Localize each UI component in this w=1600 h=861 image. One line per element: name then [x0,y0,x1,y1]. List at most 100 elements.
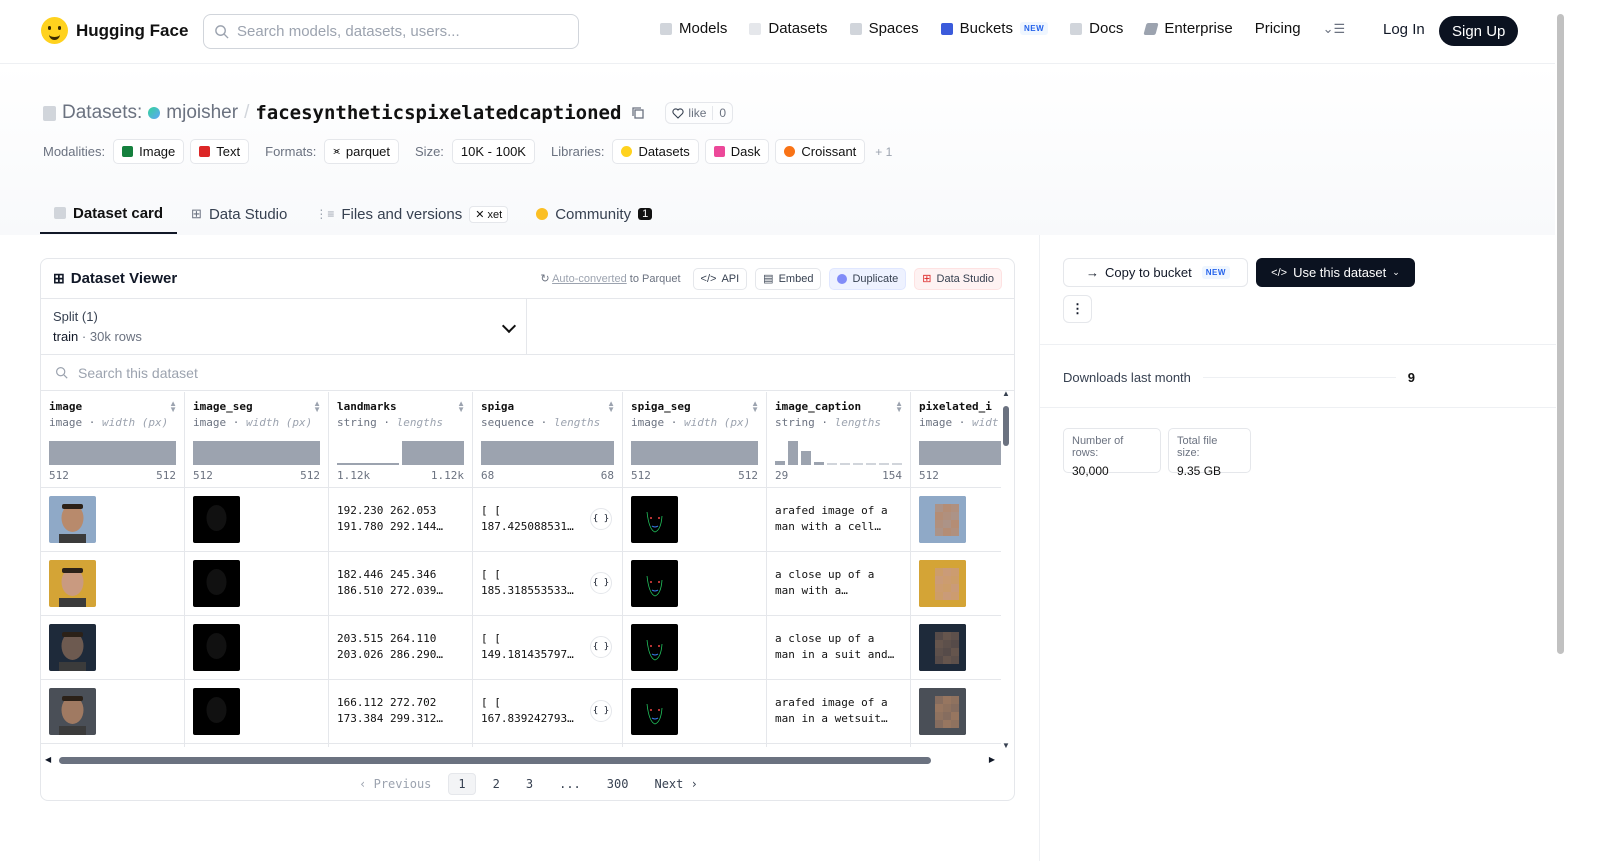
page-3[interactable]: 3 [517,774,542,794]
tag-size[interactable]: 10K - 100K [451,139,535,164]
column-header-landmarks[interactable]: landmarks string · lengths ▲ ▼ 1.12k 1.12k [329,392,473,488]
expand-json-icon[interactable]: { } [590,508,612,530]
table-cell[interactable] [623,744,767,747]
search-input[interactable]: Search models, datasets, users... [203,14,579,49]
page-1[interactable]: 1 [448,773,476,795]
nav-datasets[interactable]: Datasets [749,20,828,37]
like-button[interactable]: like 0 [665,102,734,124]
duplicate-button[interactable]: Duplicate [829,267,907,290]
api-button[interactable]: </> API [692,267,748,290]
sort-icon[interactable]: ▲ ▼ [895,400,903,414]
more-libraries[interactable]: + 1 [875,145,892,159]
landmarks-cell[interactable]: 182.446 245.346 186.510 272.039… [329,552,473,616]
spiga-seg-cell[interactable] [623,616,767,680]
tag-dask[interactable]: Dask [704,139,770,164]
image-cell[interactable] [41,552,185,616]
histogram-bar[interactable] [481,441,614,465]
spiga-cell[interactable]: [ [ 167.839242793…{ } [473,680,623,744]
column-header-spiga[interactable]: spiga sequence · lengths ▲ ▼ 68 68 [473,392,623,488]
histogram-bar[interactable] [631,441,758,465]
expand-json-icon[interactable]: { } [590,572,612,594]
table-cell[interactable] [767,744,911,747]
use-this-dataset-button[interactable]: </> Use this dataset ⌄ [1256,258,1415,287]
landmarks-cell[interactable]: 203.515 264.110 203.026 286.290… [329,616,473,680]
histogram-bar[interactable] [892,463,902,465]
image-cell[interactable] [41,680,185,744]
histogram-bar[interactable] [337,463,399,465]
auto-converted-link[interactable]: Auto-converted [552,273,627,285]
breadcrumb-section[interactable]: Datasets: [62,102,142,124]
tab-community[interactable]: Community 1 [522,194,666,234]
table-cell[interactable] [473,744,623,747]
landmarks-cell[interactable]: 166.112 272.702 173.384 299.312… [329,680,473,744]
pixelated-image-cell[interactable] [911,552,1001,616]
pixelated-image-cell[interactable] [911,616,1001,680]
sort-icon[interactable]: ▲ ▼ [751,400,759,414]
histogram-bar[interactable] [919,441,1001,465]
dataset-search-input[interactable]: Search this dataset [41,355,1014,391]
sort-icon[interactable]: ▲ ▼ [457,400,465,414]
more-menu-icon[interactable]: ⌄☰ [1323,21,1346,37]
image-cell[interactable] [41,616,185,680]
sort-icon[interactable]: ▲ ▼ [607,400,615,414]
image-seg-cell[interactable] [185,616,329,680]
caption-cell[interactable]: arafed image of a man in a wetsuit… [767,680,911,744]
page-2[interactable]: 2 [484,774,509,794]
image-seg-cell[interactable] [185,488,329,552]
copy-to-bucket-button[interactable]: → Copy to bucket NEW [1063,258,1248,287]
tab-files-and-versions[interactable]: ⋮≡ Files and versions ✕ xet [301,194,522,234]
expand-json-icon[interactable]: { } [590,700,612,722]
table-vertical-scrollbar[interactable]: ▲ ▼ [1002,389,1010,750]
spiga-seg-cell[interactable] [623,552,767,616]
column-header-image[interactable]: image image · width (px) ▲ ▼ 512 512 [41,392,185,488]
landmarks-cell[interactable]: 192.230 262.053 191.780 292.144… [329,488,473,552]
split-selector[interactable]: Split (1) train · 30k rows [41,299,527,354]
histogram-bar[interactable] [801,450,811,465]
histogram-bar[interactable] [853,463,863,465]
histogram-bar[interactable] [827,463,837,465]
spiga-seg-cell[interactable] [623,488,767,552]
spiga-cell[interactable]: [ [ 149.181435797…{ } [473,616,623,680]
histogram-bar[interactable] [402,441,464,465]
spiga-seg-cell[interactable] [623,680,767,744]
histogram-bar[interactable] [49,441,176,465]
histogram-bar[interactable] [814,462,824,465]
next-page[interactable]: Next › [645,774,706,794]
repo-owner[interactable]: mjoisher [166,102,238,124]
spiga-cell[interactable]: [ [ 185.318553533…{ } [473,552,623,616]
histogram-bar[interactable] [788,441,798,465]
table-cell[interactable] [185,744,329,747]
table-row[interactable]: 192.230 262.053 191.780 292.144… [ [ 187.… [41,488,1001,552]
tab-dataset-card[interactable]: Dataset card [40,194,178,234]
table-cell[interactable] [911,744,1001,747]
column-header-spiga-seg[interactable]: spiga_seg image · width (px) ▲ ▼ 512 512 [623,392,767,488]
spiga-cell[interactable]: [ [ 187.425088531…{ } [473,488,623,552]
brand-logo[interactable]: Hugging Face [41,17,188,44]
more-options-button[interactable]: ⋮ [1063,295,1092,323]
tag-image[interactable]: Image [113,139,185,164]
table-row-partial[interactable] [41,744,1001,747]
copy-icon[interactable] [631,106,645,120]
histogram-bar[interactable] [193,441,320,465]
table-row[interactable]: 182.446 245.346 186.510 272.039… [ [ 185.… [41,552,1001,616]
expand-json-icon[interactable]: { } [590,636,612,658]
nav-models[interactable]: Models [660,20,727,37]
sort-icon[interactable]: ▲ ▼ [313,400,321,414]
caption-cell[interactable]: a close up of a man in a suit and… [767,616,911,680]
tag-croissant[interactable]: Croissant [775,139,866,164]
previous-page[interactable]: ‹ Previous [350,774,440,794]
page-scrollbar[interactable] [1556,0,1566,861]
table-row[interactable]: 203.515 264.110 203.026 286.290… [ [ 149.… [41,616,1001,680]
histogram-bar[interactable] [775,461,785,465]
page-300[interactable]: 300 [598,774,638,794]
column-header-image-caption[interactable]: image_caption string · lengths ▲ ▼ 29 154 [767,392,911,488]
pixelated-image-cell[interactable] [911,488,1001,552]
data-studio-button[interactable]: ⊞ Data Studio [914,267,1002,290]
caption-cell[interactable]: a close up of a man with a… [767,552,911,616]
column-header-image-seg[interactable]: image_seg image · width (px) ▲ ▼ 512 512 [185,392,329,488]
caption-cell[interactable]: arafed image of a man with a cell… [767,488,911,552]
login-link[interactable]: Log In [1383,21,1425,38]
tab-data-studio[interactable]: ⊞ Data Studio [177,194,301,234]
image-seg-cell[interactable] [185,680,329,744]
image-cell[interactable] [41,488,185,552]
